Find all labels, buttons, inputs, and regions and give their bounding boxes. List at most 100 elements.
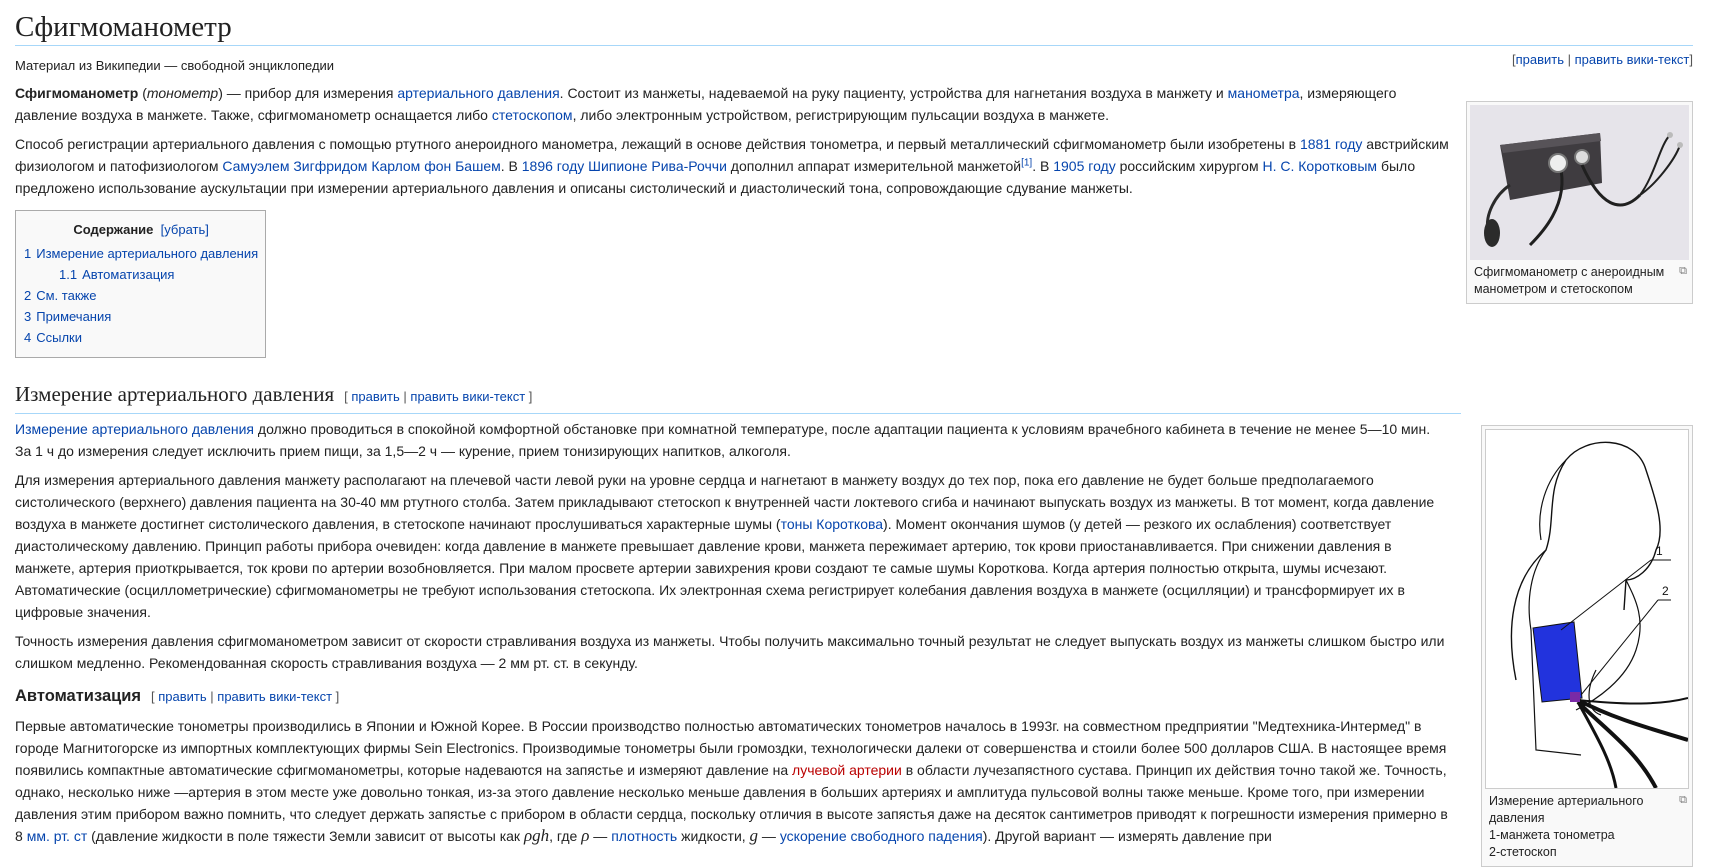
toc-link[interactable]: Автоматизация (82, 267, 174, 282)
section-edit-links: [ править | править вики-текст ] (344, 389, 532, 404)
reference-link[interactable]: [1] (1021, 157, 1032, 168)
edit-wikitext-link[interactable]: править вики-текст (1575, 52, 1690, 67)
toc-link[interactable]: Примечания (36, 309, 111, 324)
link-1896[interactable]: 1896 году (522, 158, 584, 174)
toc-link[interactable]: См. также (36, 288, 96, 303)
link-blood-pressure[interactable]: артериального давления (397, 85, 559, 101)
sphygmomanometer-image[interactable] (1470, 105, 1689, 260)
toc-item[interactable]: 2 См. также (24, 285, 258, 306)
link-korotkov[interactable]: Н. С. Коротковым (1262, 158, 1377, 174)
subsection-heading-text: Автоматизация (15, 687, 142, 705)
toc-title: Содержание (73, 222, 154, 237)
link-radial-artery[interactable]: лучевой артерии (792, 762, 902, 778)
text: (давление жидкости в поле тяжести Земли … (87, 828, 524, 844)
text: . В (1032, 158, 1054, 174)
text: , где (549, 828, 582, 844)
toc-item[interactable]: 1 Измерение артериального давления (24, 243, 258, 264)
link-bp-measurement[interactable]: Измерение артериального давления (15, 421, 254, 437)
table-of-contents: Содержание [убрать] 1 Измерение артериаль… (15, 210, 267, 358)
toc-link[interactable]: Измерение артериального давления (36, 246, 258, 261)
figure-bp-measurement: 1 2 ⧉ Измерение артериального давления 1… (1481, 425, 1693, 867)
site-subtitle-row: Материал из Википедии — свободной энцикл… (15, 46, 1693, 82)
paragraph: Измерение артериального давления должно … (15, 418, 1449, 462)
page-edit-links: [править | править вики-текст] (1512, 52, 1693, 67)
edit-wikitext-link[interactable]: править вики-текст (410, 389, 525, 404)
toc-number: 1 (24, 246, 32, 261)
sphygmomanometer-illustration (1470, 105, 1689, 260)
term-bold: Сфигмоманометр (15, 85, 139, 101)
intro-paragraph-2: Способ регистрации артериального давлени… (15, 133, 1461, 199)
section-edit-links: [ править | править вики-текст ] (151, 689, 339, 704)
link-riva-rocci[interactable]: Шипионе Рива-Роччи (588, 158, 727, 174)
section-heading-measurement: Измерение артериального давления [ правит… (15, 370, 1461, 414)
toc-number: 3 (24, 309, 32, 324)
intro: Сфигмоманометр (тонометр) — прибор для и… (15, 82, 1461, 199)
text: ). Другой вариант — измерять давление пр… (982, 828, 1272, 844)
text: — (589, 828, 612, 844)
toc-item[interactable]: 4 Ссылки (24, 327, 258, 348)
text: жидкости, (677, 828, 750, 844)
text: — (758, 828, 780, 844)
text: . Состоит из манжеты, надеваемой на руку… (559, 85, 1228, 101)
link-density[interactable]: плотность (611, 828, 677, 844)
term-italic: тонометр (146, 85, 219, 101)
toc-link[interactable]: Ссылки (36, 330, 82, 345)
text: Способ регистрации артериального давлени… (15, 136, 1300, 152)
site-subtitle: Материал из Википедии — свободной энцикл… (15, 58, 335, 73)
bracket-close: ] (1689, 52, 1693, 67)
edit-separator: | (206, 689, 218, 704)
toc-title-row: Содержание [убрать] (24, 219, 258, 240)
figure-caption: ⧉ Сфигмоманометр с анероидным манометром… (1470, 260, 1689, 300)
page-title: Сфигмоманометр (15, 0, 1693, 46)
toc-item[interactable]: 1.1 Автоматизация (24, 264, 258, 285)
link-1905[interactable]: 1905 году (1053, 158, 1115, 174)
figure-label-1: 1 (1656, 544, 1663, 558)
figure-caption-line: 2-стетоскоп (1489, 845, 1557, 859)
figure-caption: ⧉ Измерение артериального давления 1-ман… (1485, 789, 1689, 863)
toc-number: 2 (24, 288, 32, 303)
edit-link[interactable]: править (1516, 52, 1564, 67)
figure-caption-text: Сфигмоманометр с анероидным манометром и… (1474, 265, 1665, 296)
link-mmhg[interactable]: мм. рт. ст (27, 828, 88, 844)
subsection-heading-automation: Автоматизация [ править | править вики-те… (15, 684, 1449, 709)
bp-measurement-illustration: 1 2 (1486, 430, 1688, 788)
toc-item[interactable]: 3 Примечания (24, 306, 258, 327)
link-stethoscope[interactable]: стетоскопом (492, 107, 573, 123)
edit-link[interactable]: править (158, 689, 206, 704)
math-symbol: g (749, 826, 759, 845)
link-gravity[interactable]: ускорение свободного падения (780, 828, 983, 844)
section-measurement-body: Измерение артериального давления должно … (15, 418, 1449, 847)
toc-toggle[interactable]: [убрать] (161, 222, 209, 237)
section-heading-text: Измерение артериального давления (15, 382, 335, 406)
edit-link[interactable]: править (351, 389, 399, 404)
edit-wikitext-link[interactable]: править вики-текст (217, 689, 332, 704)
paragraph: Точность измерения давления сфигмоманоме… (15, 633, 1445, 671)
enlarge-icon[interactable]: ⧉ (1679, 792, 1687, 809)
bracket-close: ] (332, 689, 340, 704)
link-manometer[interactable]: манометра (1228, 85, 1300, 101)
bp-measurement-image[interactable]: 1 2 (1485, 429, 1689, 789)
figure-sphygmomanometer: ⧉ Сфигмоманометр с анероидным манометром… (1466, 101, 1693, 304)
link-korotkov-sounds[interactable]: тоны Короткова (781, 516, 883, 532)
enlarge-icon[interactable]: ⧉ (1679, 263, 1687, 280)
text: , либо электронным устройством, регистри… (572, 107, 1110, 123)
toc-number: 1.1 (59, 267, 78, 282)
link-1881[interactable]: 1881 году (1300, 136, 1362, 152)
text: российским хирургом (1115, 158, 1263, 174)
link-basch[interactable]: Самуэлем Зигфридом Карлом фон Башем (222, 158, 500, 174)
edit-separator: | (399, 389, 411, 404)
text: . В (500, 158, 522, 174)
figure-caption-text: Измерение артериального давления (1489, 794, 1644, 825)
toc-number: 4 (24, 330, 32, 345)
bracket-close: ] (525, 389, 533, 404)
math-formula: ρgh (523, 826, 550, 845)
intro-paragraph-1: Сфигмоманометр (тонометр) — прибор для и… (15, 82, 1461, 126)
paragraph: Первые автоматические тонометры производ… (15, 715, 1449, 847)
figure-caption-line: 1-манжета тонометра (1489, 828, 1615, 842)
text: ) — прибор для измерения (218, 85, 398, 101)
figure-label-2: 2 (1662, 584, 1669, 598)
edit-separator: | (1563, 52, 1575, 67)
text: дополнил аппарат измерительной манжетой (726, 158, 1022, 174)
article-content: Сфигмоманометр Материал из Википедии — с… (0, 0, 1719, 867)
paragraph: Для измерения артериального давления ман… (15, 469, 1449, 623)
